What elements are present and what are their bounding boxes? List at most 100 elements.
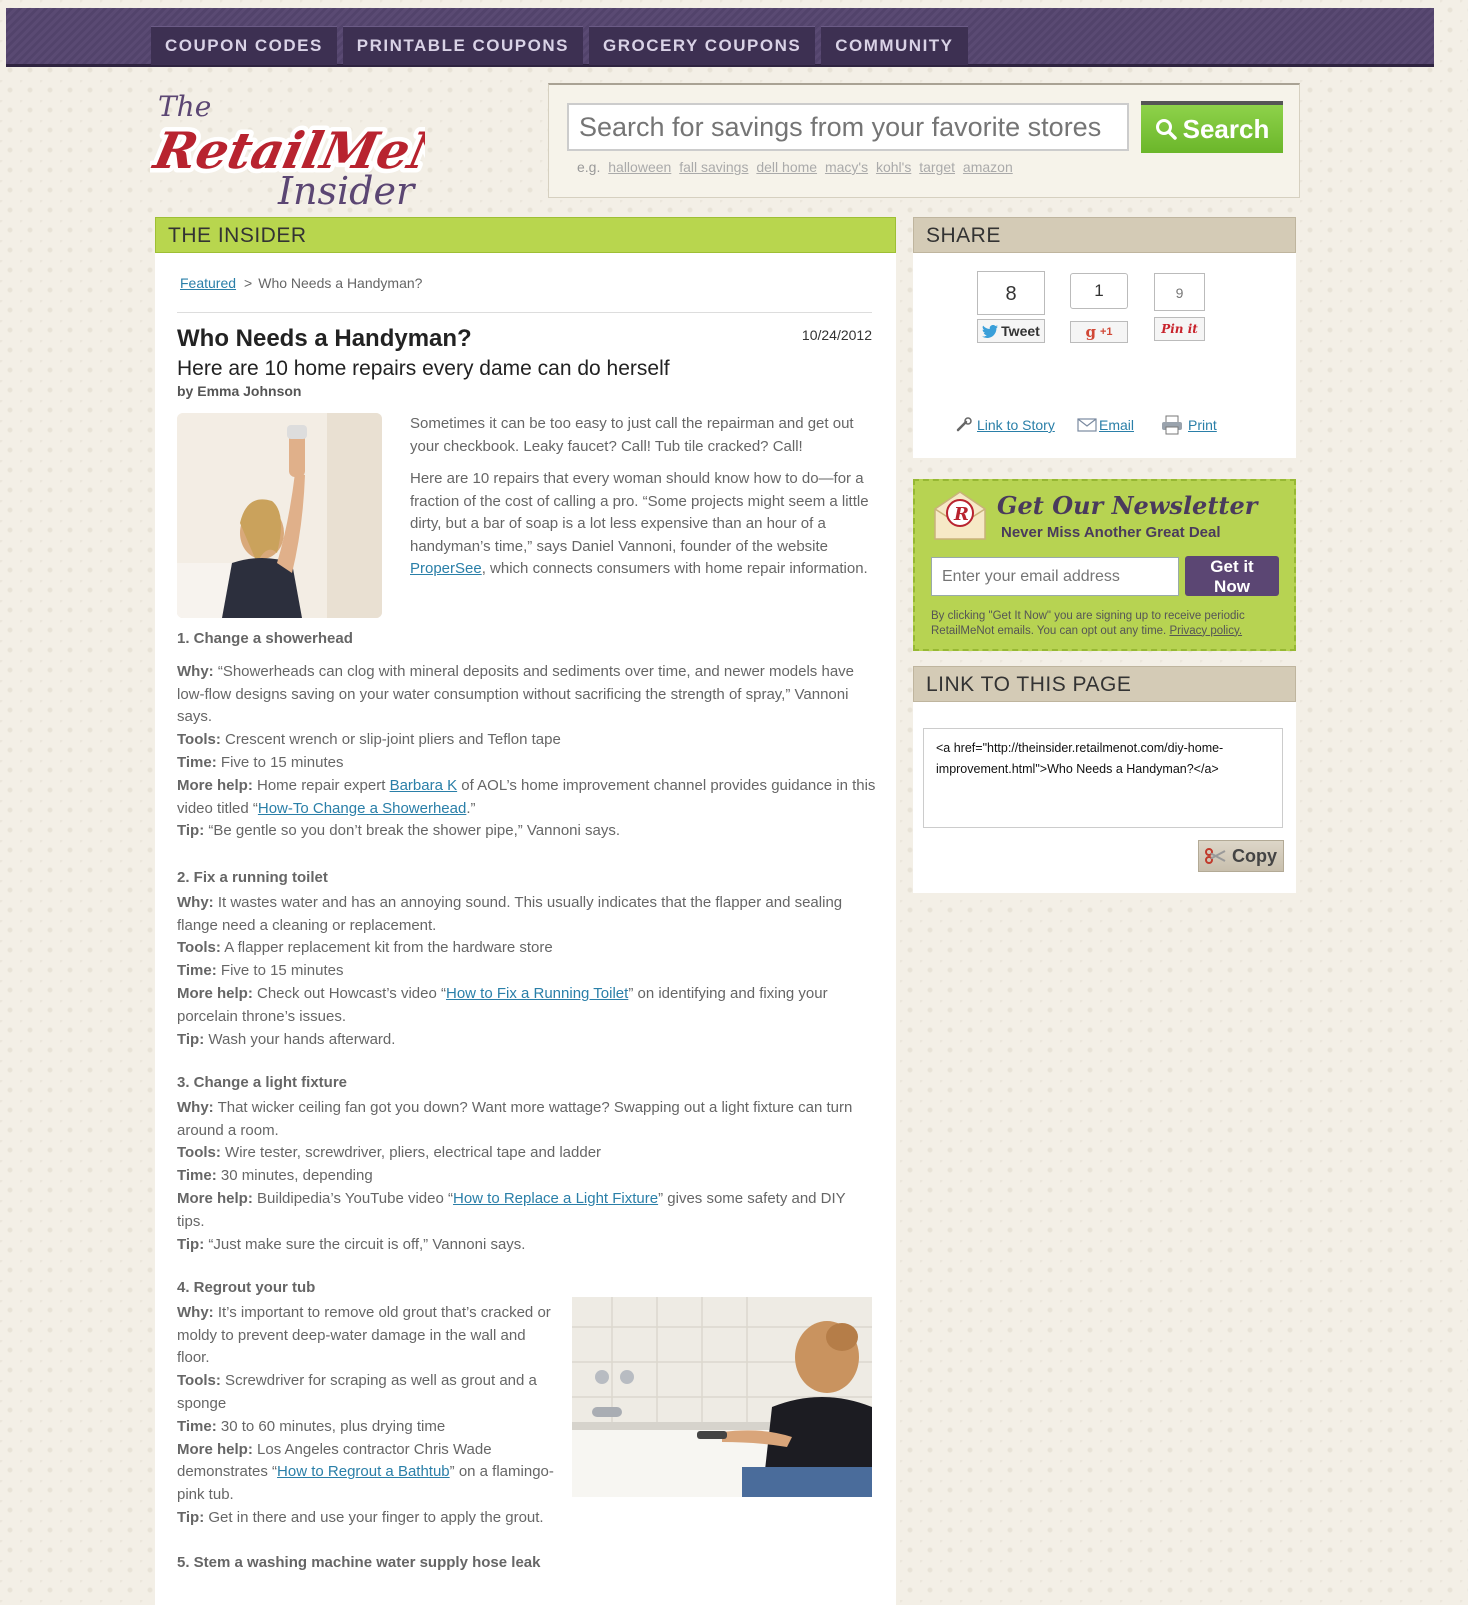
tip-line: Tip: “Just make sure the circuit is off,…	[177, 1234, 877, 1257]
google-plus-button[interactable]: g +1	[1070, 321, 1128, 343]
pin-it-button[interactable]: Pin it	[1154, 317, 1205, 341]
breadcrumb: Featured > Who Needs a Handyman?	[180, 275, 422, 291]
search-example-link[interactable]: target	[919, 159, 955, 175]
breadcrumb-current: Who Needs a Handyman?	[258, 275, 423, 291]
share-panel: SHARE 8 Tweet 1 g +1 9 Pin it Link to St…	[913, 217, 1296, 458]
search-example-link[interactable]: halloween	[608, 159, 671, 175]
privacy-policy-link[interactable]: Privacy policy.	[1169, 625, 1242, 637]
search-example-link[interactable]: kohl's	[876, 159, 911, 175]
copy-button[interactable]: Copy	[1198, 840, 1284, 872]
search-button[interactable]: Search	[1141, 101, 1283, 153]
article-date: 10/24/2012	[801, 327, 872, 343]
pinterest-widget[interactable]: 9 Pin it	[1154, 273, 1205, 341]
search-input[interactable]	[567, 103, 1129, 151]
search-eg-label: e.g.	[577, 159, 601, 175]
tweet-widget[interactable]: 8 Tweet	[977, 271, 1045, 343]
showerhead-video-link[interactable]: How-To Change a Showerhead	[258, 800, 466, 817]
envelope-icon	[1077, 418, 1097, 432]
embed-code-textarea[interactable]: <a href="http://theinsider.retailmenot.c…	[923, 728, 1283, 828]
more-help-line: More help: Buildipedia’s YouTube video “…	[177, 1188, 877, 1234]
why-line: Why: “Showerheads can clog with mineral …	[177, 661, 877, 729]
time-label: Time:	[177, 1417, 217, 1435]
section-heading: 5. Stem a washing machine water supply h…	[177, 1554, 541, 1571]
tip-text: Wash your hands afterward.	[204, 1030, 396, 1048]
pin-count: 9	[1154, 273, 1205, 311]
tools-line: Tools: Wire tester, screwdriver, pliers,…	[177, 1142, 877, 1165]
tip-label: Tip:	[177, 822, 205, 840]
magnifier-icon	[1155, 119, 1177, 140]
email-link[interactable]: Email	[1099, 417, 1134, 433]
why-label: Why:	[177, 662, 214, 680]
search-button-label: Search	[1182, 113, 1270, 144]
light-fixture-video-link[interactable]: How to Replace a Light Fixture	[453, 1190, 658, 1207]
time-label: Time:	[177, 962, 217, 980]
time-text: Five to 15 minutes	[216, 753, 344, 771]
more-help-text: .”	[466, 799, 476, 817]
article-panel: THE INSIDER Featured > Who Needs a Handyma…	[155, 217, 896, 1605]
tools-text: Crescent wrench or slip-joint pliers and…	[220, 731, 561, 749]
barbara-k-link[interactable]: Barbara K	[390, 777, 458, 794]
tab-coupon-codes[interactable]: COUPON CODES	[151, 26, 337, 65]
breadcrumb-featured-link[interactable]: Featured	[180, 275, 236, 291]
tweet-button[interactable]: Tweet	[977, 319, 1045, 343]
more-help-text: Home repair expert	[252, 776, 390, 794]
tools-label: Tools:	[177, 939, 221, 957]
article-intro: Sometimes it can be too easy to just cal…	[410, 413, 875, 591]
search-example-link[interactable]: macy's	[825, 159, 868, 175]
tab-community[interactable]: COMMUNITY	[821, 26, 968, 65]
newsletter-email-input[interactable]	[931, 557, 1179, 596]
get-it-now-button[interactable]: Get it Now	[1185, 556, 1279, 596]
google-plus-widget[interactable]: 1 g +1	[1070, 273, 1128, 343]
repair-section-4: 4. Regrout your tub Why: It’s important …	[177, 1277, 562, 1530]
retailmenot-insider-logo[interactable]: The RetailMeNot RetailMeNot Insider	[150, 82, 425, 212]
print-share[interactable]: Print	[1161, 415, 1217, 435]
why-label: Why:	[177, 1098, 214, 1116]
photo-illustration	[572, 1297, 872, 1497]
propersee-link[interactable]: ProperSee	[410, 560, 482, 577]
newsletter-subtitle: Never Miss Another Great Deal	[1001, 524, 1221, 541]
section-heading: 3. Change a light fixture	[177, 1074, 348, 1091]
insider-header: THE INSIDER	[155, 217, 896, 253]
why-text: “Showerheads can clog with mineral depos…	[177, 662, 855, 726]
tip-label: Tip:	[177, 1508, 205, 1526]
newsletter-title: Get Our Newsletter	[997, 491, 1258, 520]
why-line: Why: That wicker ceiling fan got you dow…	[177, 1097, 877, 1143]
more-help-line: More help: Home repair expert Barbara K …	[177, 775, 877, 821]
time-text: 30 to 60 minutes, plus drying time	[216, 1417, 446, 1435]
tip-text: Get in there and use your finger to appl…	[204, 1508, 544, 1526]
why-label: Why:	[177, 893, 214, 911]
time-label: Time:	[177, 1167, 217, 1185]
tab-printable-coupons[interactable]: PRINTABLE COUPONS	[342, 26, 583, 65]
email-share[interactable]: Email	[1077, 417, 1134, 433]
running-toilet-video-link[interactable]: How to Fix a Running Toilet	[446, 985, 628, 1002]
search-example-link[interactable]: fall savings	[679, 159, 748, 175]
article-title: Who Needs a Handyman?	[177, 325, 472, 352]
more-help-label: More help:	[177, 1440, 253, 1458]
newsletter-envelope-icon: R	[934, 491, 986, 540]
intro-text: Here are 10 repairs that every woman sho…	[410, 470, 869, 555]
tab-grocery-coupons[interactable]: GROCERY COUPONS	[589, 26, 816, 65]
tools-label: Tools:	[177, 1372, 221, 1390]
link-icon	[956, 417, 972, 432]
more-help-label: More help:	[177, 1189, 253, 1207]
nav-tabs: COUPON CODES PRINTABLE COUPONS GROCERY C…	[151, 26, 968, 65]
print-link[interactable]: Print	[1188, 417, 1217, 433]
breadcrumb-separator: >	[244, 275, 253, 291]
tools-line: Tools: A flapper replacement kit from th…	[177, 937, 877, 960]
share-header: SHARE	[913, 217, 1296, 253]
tip-text: “Be gentle so you don’t break the shower…	[204, 822, 621, 840]
search-example-link[interactable]: dell home	[756, 159, 817, 175]
newsletter-panel: R Get Our Newsletter Never Miss Another …	[913, 479, 1296, 651]
link-to-story-link[interactable]: Link to Story	[977, 417, 1055, 433]
link-to-story[interactable]: Link to Story	[955, 417, 1055, 433]
logo-text-insider: Insider	[277, 169, 417, 212]
regrout-video-link[interactable]: How to Regrout a Bathtub	[277, 1463, 450, 1480]
more-help-line: More help: Check out Howcast’s video “Ho…	[177, 983, 877, 1029]
search-example-link[interactable]: amazon	[963, 159, 1013, 175]
why-line: Why: It wastes water and has an annoying…	[177, 892, 877, 938]
time-line: Time: 30 minutes, depending	[177, 1165, 877, 1188]
why-label: Why:	[177, 1303, 214, 1321]
time-label: Time:	[177, 753, 217, 771]
repair-section-5: 5. Stem a washing machine water supply h…	[177, 1552, 877, 1577]
tip-line: Tip: Wash your hands afterward.	[177, 1029, 877, 1052]
